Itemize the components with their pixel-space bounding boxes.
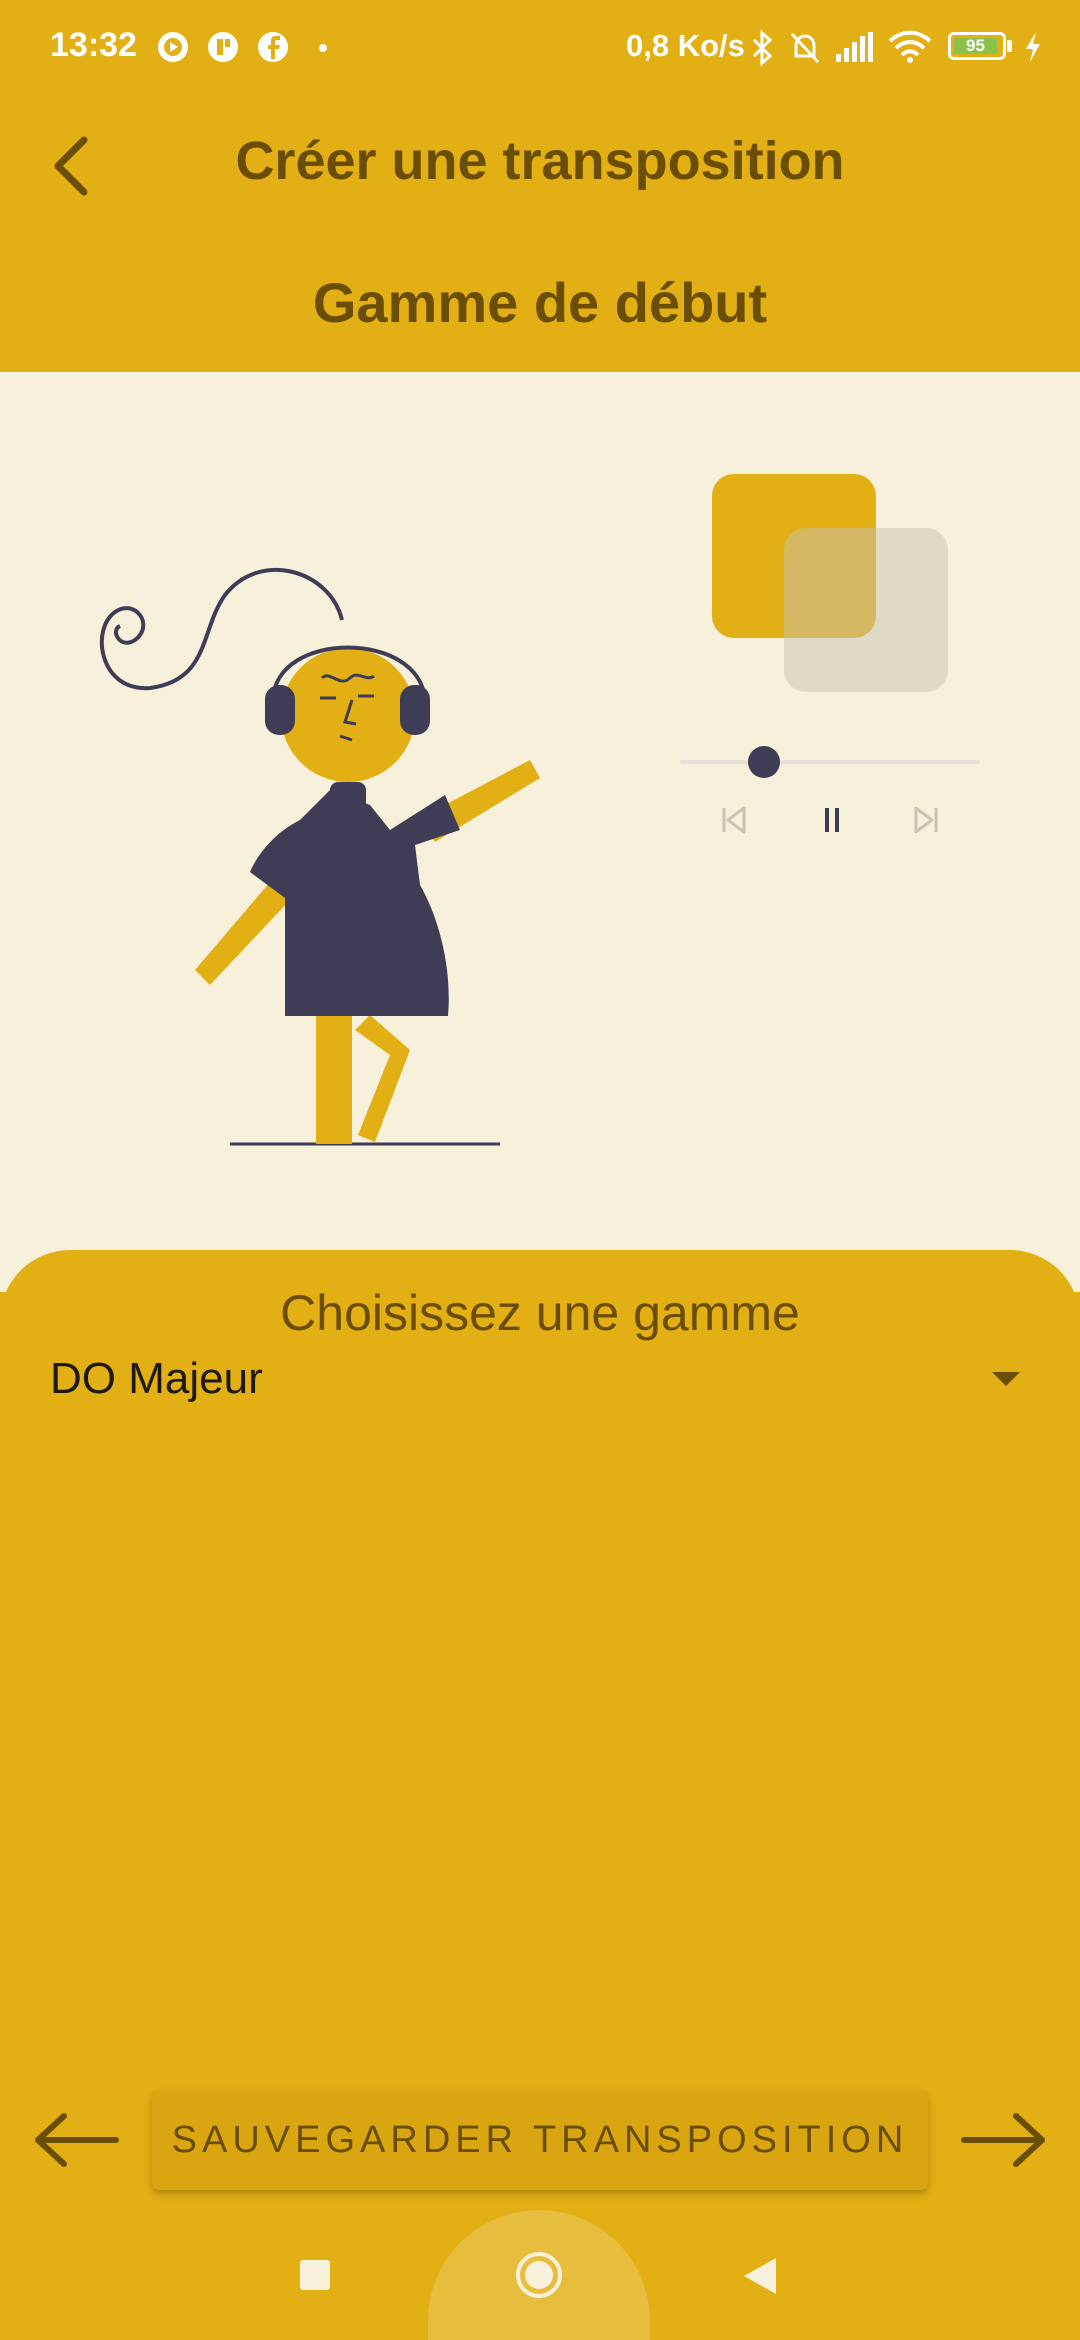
battery-level: 95 [954, 37, 997, 54]
signal-icon [836, 32, 873, 62]
record-icon [158, 32, 188, 62]
playback-slider[interactable] [680, 760, 980, 764]
skip-previous-icon[interactable] [714, 800, 754, 840]
facebook-icon [258, 32, 288, 62]
playback-slider-thumb[interactable] [748, 746, 780, 778]
status-time: 13:32 [50, 26, 137, 64]
pause-icon[interactable] [812, 800, 852, 840]
scale-dropdown[interactable]: DO Majeur [50, 1350, 1020, 1420]
album-art-icon [712, 474, 948, 692]
scale-dropdown-value: DO Majeur [50, 1354, 263, 1403]
wifi-icon [888, 30, 932, 63]
status-bar: 13:32 0,8 Ko/s 95 [0, 0, 1080, 96]
battery-icon: 95 [948, 32, 1006, 60]
recents-button[interactable] [300, 2260, 330, 2290]
bluetooth-icon [752, 30, 773, 66]
charging-icon [1026, 32, 1040, 62]
skip-next-icon[interactable] [906, 800, 946, 840]
scale-picker-label: Choisissez une gamme [280, 1285, 800, 1341]
arrow-right-icon[interactable] [958, 2110, 1048, 2170]
app-icon [208, 32, 238, 62]
caret-down-icon [992, 1372, 1020, 1386]
network-speed: 0,8 Ko/s [626, 28, 745, 63]
dot-icon [319, 44, 327, 52]
mute-icon [790, 32, 820, 64]
section-title: Gamme de début [312, 271, 768, 334]
home-button[interactable] [514, 2250, 564, 2300]
save-transposition-button[interactable]: SAUVEGARDER TRANSPOSITION [152, 2090, 928, 2190]
page-title: Créer une transposition [235, 131, 845, 191]
dancing-person-illustration [99, 568, 540, 1146]
arrow-left-icon[interactable] [32, 2110, 122, 2170]
battery-cap [1007, 40, 1012, 52]
system-back-button[interactable] [742, 2256, 778, 2296]
